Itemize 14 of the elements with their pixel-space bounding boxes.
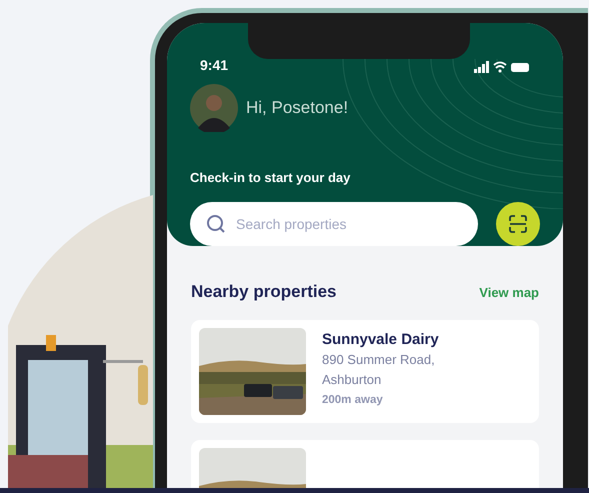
property-card[interactable]: Sunnyvale Dairy 890 Summer Road, Ashburton 200m away xyxy=(191,320,539,423)
status-icons xyxy=(474,61,530,73)
check-in-prompt: Check-in to start your day xyxy=(190,170,352,185)
section-title: Nearby properties xyxy=(191,282,336,302)
property-address: 890 Summer Road, Ashburton xyxy=(322,351,436,389)
status-time: 9:41 xyxy=(200,57,228,73)
search-icon xyxy=(206,214,226,234)
avatar xyxy=(190,84,238,132)
property-distance: 200m away xyxy=(322,394,384,406)
scan-button[interactable] xyxy=(496,202,540,246)
property-name: Sunnyvale Dairy xyxy=(322,331,440,348)
greeting: Hi, Posetone! xyxy=(246,98,348,118)
search-field[interactable]: Search properties xyxy=(190,202,478,246)
scan-icon xyxy=(509,215,527,233)
